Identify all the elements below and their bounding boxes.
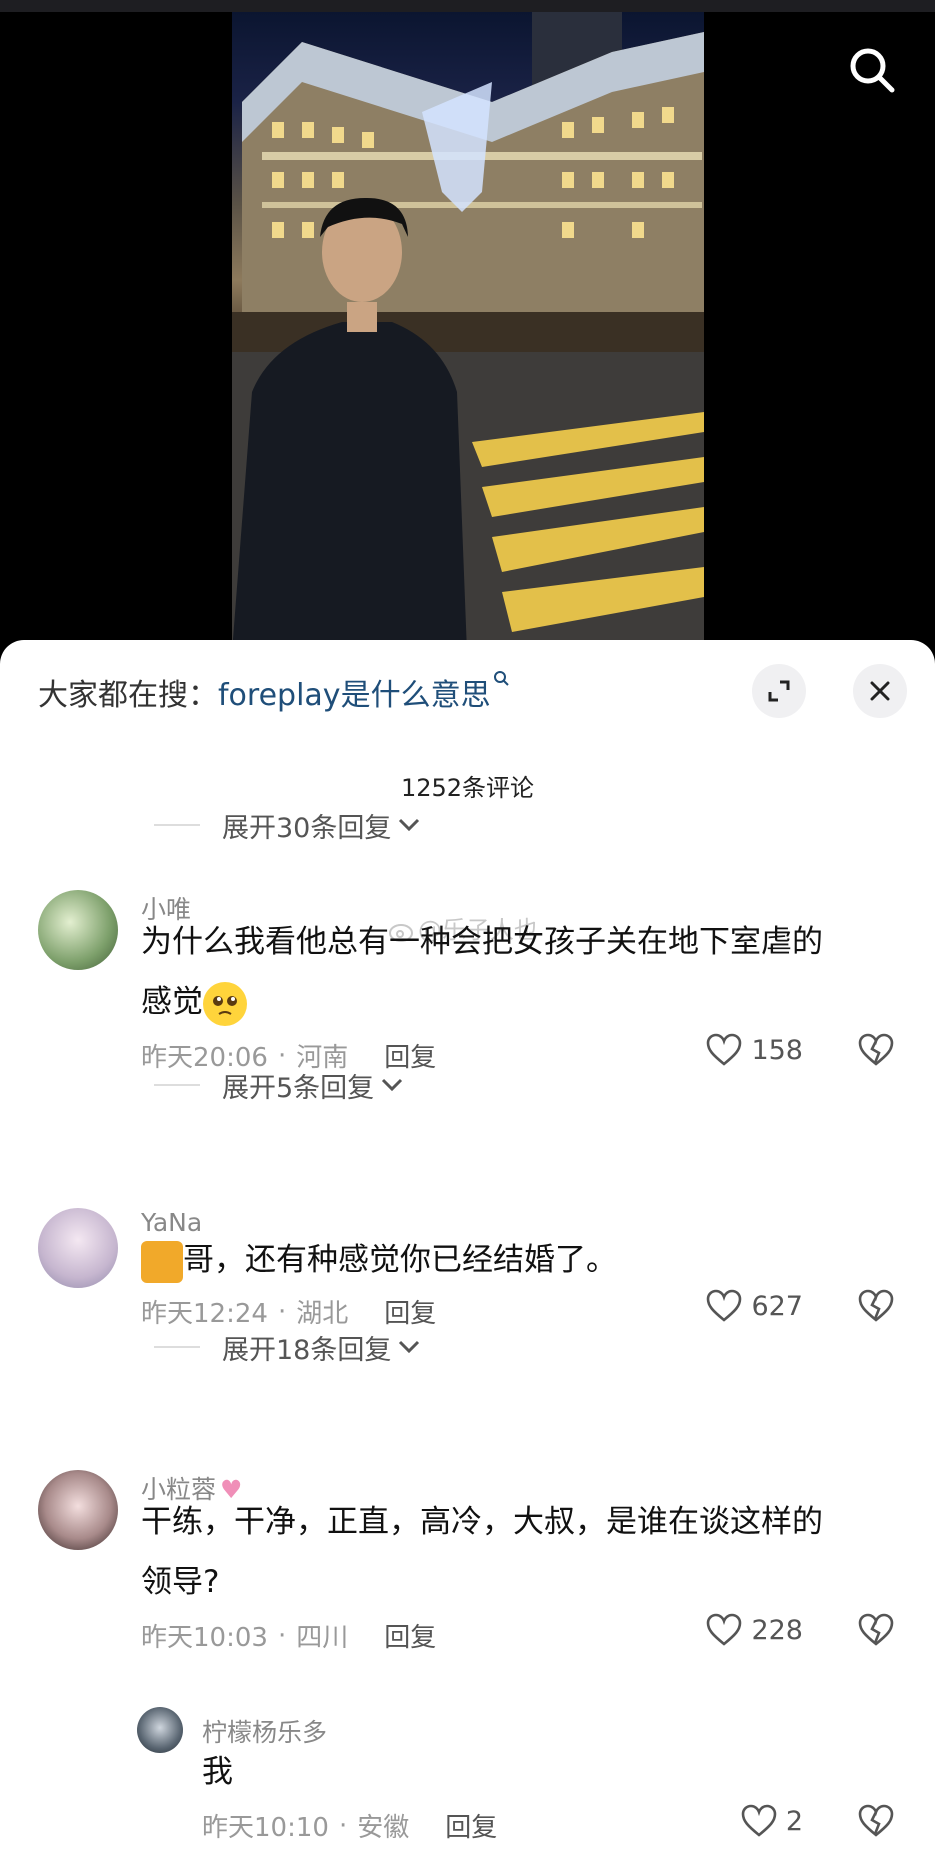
reply-time: 昨天10:10 bbox=[202, 1813, 329, 1843]
expand-replies-button[interactable]: 展开30条回复 bbox=[154, 805, 421, 845]
like-count: 2 bbox=[785, 1805, 803, 1837]
chevron-down-icon bbox=[382, 1078, 403, 1092]
broken-heart-icon bbox=[858, 1033, 894, 1066]
like-count: 158 bbox=[751, 1034, 803, 1066]
reply-button[interactable]: 回复 bbox=[384, 1293, 436, 1330]
dislike-button[interactable] bbox=[857, 1289, 895, 1327]
broken-heart-icon bbox=[858, 1289, 894, 1322]
broken-heart-icon bbox=[858, 1613, 894, 1646]
reply-meta: 昨天10:10 · 安徽 回复 bbox=[202, 1807, 497, 1844]
cat-emoji-icon bbox=[141, 1240, 183, 1283]
video-area[interactable] bbox=[0, 12, 935, 652]
comment-text-fragment: 感觉 bbox=[141, 984, 203, 1020]
expand-sheet-button[interactable] bbox=[752, 664, 806, 718]
comment-time: 昨天10:03 bbox=[141, 1623, 268, 1653]
search-button[interactable] bbox=[842, 40, 902, 100]
expand-replies-button[interactable]: 展开18条回复 bbox=[154, 1327, 421, 1367]
expand-replies-label: 展开5条回复 bbox=[222, 1072, 375, 1104]
comment-location: 四川 bbox=[296, 1623, 349, 1653]
comment-text: 为什么我看他总有一种会把女孩子关在地下室虐的 感觉 bbox=[141, 912, 921, 1032]
heart-icon bbox=[707, 1289, 742, 1322]
hot-search-keyword[interactable]: foreplay是什么意思 bbox=[218, 678, 491, 713]
divider-line bbox=[154, 1346, 200, 1348]
avatar[interactable] bbox=[137, 1707, 183, 1753]
like-button[interactable]: 158 bbox=[705, 1033, 803, 1067]
reply-button[interactable]: 回复 bbox=[384, 1617, 436, 1654]
reply-location: 安徽 bbox=[357, 1813, 410, 1843]
heart-icon bbox=[707, 1033, 742, 1066]
comment-text-line: 为什么我看他总有一种会把女孩子关在地下室虐的 bbox=[141, 924, 823, 960]
expand-replies-button[interactable]: 展开5条回复 bbox=[154, 1065, 404, 1105]
photo-illustration bbox=[232, 12, 704, 652]
like-button[interactable]: 228 bbox=[705, 1613, 803, 1647]
broken-heart-icon bbox=[858, 1804, 894, 1837]
comment-text-line: 感觉 bbox=[141, 972, 921, 1032]
expand-replies-label: 展开18条回复 bbox=[222, 1334, 392, 1366]
dislike-button[interactable] bbox=[857, 1613, 895, 1651]
like-button[interactable]: 2 bbox=[740, 1804, 803, 1838]
status-bar bbox=[0, 0, 935, 12]
comment-text: 哥，还有种感觉你已经结婚了。 bbox=[141, 1230, 921, 1290]
comment-text-fragment: 哥，还有种感觉你已经结婚了。 bbox=[183, 1242, 617, 1278]
meta-separator: · bbox=[277, 1620, 287, 1651]
hot-search-bar[interactable]: 大家都在搜：foreplay是什么意思 bbox=[38, 670, 511, 714]
reply-text: 我 bbox=[202, 1754, 233, 1790]
comment-text-line: 哥，还有种感觉你已经结婚了。 bbox=[141, 1230, 921, 1290]
comment-text: 干练，干净，正直，高冷，大叔，是谁在谈这样的 领导? bbox=[141, 1492, 921, 1612]
search-icon bbox=[850, 48, 895, 93]
comment-meta: 昨天12:24 · 湖北 回复 bbox=[141, 1293, 436, 1330]
like-button[interactable]: 627 bbox=[705, 1289, 803, 1323]
comment-count: 1252条评论 bbox=[400, 774, 535, 802]
expand-icon bbox=[768, 680, 790, 702]
comments-sheet: 大家都在搜：foreplay是什么意思 1252条评论 展开30条回复 @乐子人… bbox=[0, 640, 935, 1858]
meta-separator: · bbox=[338, 1810, 348, 1841]
dislike-button[interactable] bbox=[857, 1033, 895, 1071]
like-count: 627 bbox=[751, 1290, 803, 1322]
chevron-down-icon bbox=[399, 818, 420, 832]
close-button[interactable] bbox=[853, 664, 907, 718]
divider-line bbox=[154, 824, 200, 826]
expand-replies-label: 展开30条回复 bbox=[222, 812, 392, 844]
comment-location: 湖北 bbox=[296, 1299, 349, 1329]
comment-text-line: 干练，干净，正直，高冷，大叔，是谁在谈这样的 bbox=[141, 1504, 823, 1540]
close-icon bbox=[870, 681, 890, 701]
pleading-emoji-icon bbox=[203, 981, 247, 1026]
comment-meta: 昨天10:03 · 四川 回复 bbox=[141, 1617, 436, 1654]
comment-text-line: 领导? bbox=[141, 1564, 220, 1600]
post-photo[interactable] bbox=[232, 12, 704, 652]
divider-line bbox=[154, 1084, 200, 1086]
reply-button[interactable]: 回复 bbox=[445, 1807, 497, 1844]
avatar[interactable] bbox=[38, 890, 118, 970]
like-count: 228 bbox=[751, 1614, 803, 1646]
dislike-button[interactable] bbox=[857, 1804, 895, 1842]
heart-icon bbox=[741, 1804, 777, 1837]
heart-icon bbox=[707, 1613, 742, 1646]
avatar[interactable] bbox=[38, 1208, 118, 1288]
small-search-icon bbox=[493, 671, 509, 686]
avatar[interactable] bbox=[38, 1470, 118, 1550]
comment-time: 昨天12:24 bbox=[141, 1299, 268, 1329]
chevron-down-icon bbox=[399, 1340, 420, 1354]
meta-separator: · bbox=[277, 1296, 287, 1327]
hot-search-prefix: 大家都在搜： bbox=[38, 678, 218, 713]
